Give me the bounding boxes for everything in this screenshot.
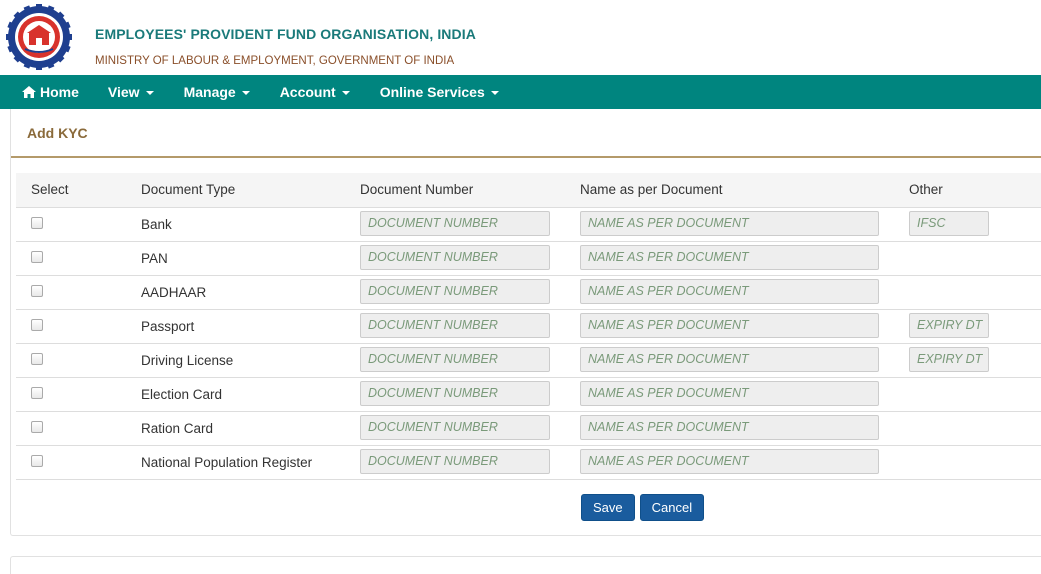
empty-other-cell bbox=[894, 275, 1041, 310]
epfo-emblem-icon bbox=[6, 4, 72, 70]
select-checkbox[interactable] bbox=[31, 318, 43, 331]
document-type: Passport bbox=[141, 318, 195, 334]
home-icon bbox=[22, 86, 36, 98]
document-number-input[interactable]: DOCUMENT NUMBER bbox=[360, 414, 550, 440]
select-checkbox[interactable] bbox=[31, 216, 43, 229]
empty-other-cell bbox=[894, 445, 1041, 480]
header-select: Select bbox=[16, 173, 126, 208]
caret-down-icon bbox=[490, 91, 499, 95]
header-document-type: Document Type bbox=[126, 173, 345, 208]
panel-divider bbox=[11, 156, 1041, 158]
name-as-per-document-input[interactable]: NAME AS PER DOCUMENT bbox=[580, 380, 879, 406]
kyc-table: Select Document Type Document Number Nam… bbox=[16, 173, 1041, 480]
select-checkbox[interactable] bbox=[31, 284, 43, 297]
document-type: National Population Register bbox=[141, 454, 313, 470]
nav-home[interactable]: Home bbox=[0, 75, 93, 109]
nav-view-label: View bbox=[107, 84, 140, 100]
nav-manage[interactable]: Manage bbox=[169, 75, 265, 109]
name-as-per-document-input[interactable]: NAME AS PER DOCUMENT bbox=[580, 244, 879, 270]
select-checkbox[interactable] bbox=[31, 352, 43, 365]
table-row: PAN DOCUMENT NUMBER NAME AS PER DOCUMENT bbox=[16, 241, 1041, 276]
org-subtitle: MINISTRY OF LABOUR & EMPLOYMENT, GOVERNM… bbox=[95, 55, 455, 67]
name-as-per-document-input[interactable]: NAME AS PER DOCUMENT bbox=[580, 210, 879, 236]
document-number-input[interactable]: DOCUMENT NUMBER bbox=[360, 244, 550, 270]
caret-down-icon bbox=[341, 91, 350, 95]
main-navbar: Home View Manage Account Online Services bbox=[0, 75, 1041, 109]
document-type: Bank bbox=[141, 216, 172, 232]
table-row: National Population Register DOCUMENT NU… bbox=[16, 445, 1041, 480]
nav-account[interactable]: Account bbox=[265, 75, 365, 109]
document-type: Ration Card bbox=[141, 420, 214, 436]
nav-online-services[interactable]: Online Services bbox=[365, 75, 514, 109]
document-number-input[interactable]: DOCUMENT NUMBER bbox=[360, 380, 550, 406]
org-title: EMPLOYEES' PROVIDENT FUND ORGANISATION, … bbox=[95, 26, 476, 42]
caret-down-icon bbox=[241, 91, 250, 95]
expiry-date-input[interactable]: EXPIRY DT bbox=[909, 346, 989, 372]
document-type: PAN bbox=[141, 250, 168, 266]
empty-other-cell bbox=[894, 241, 1041, 276]
secondary-panel bbox=[10, 556, 1041, 574]
name-as-per-document-input[interactable]: NAME AS PER DOCUMENT bbox=[580, 448, 879, 474]
table-row: Driving License DOCUMENT NUMBER NAME AS … bbox=[16, 343, 1041, 378]
ifsc-input[interactable]: IFSC bbox=[909, 210, 989, 236]
document-number-input[interactable]: DOCUMENT NUMBER bbox=[360, 312, 550, 338]
save-button[interactable]: Save bbox=[581, 494, 635, 521]
document-number-input[interactable]: DOCUMENT NUMBER bbox=[360, 278, 550, 304]
table-header-row: Select Document Type Document Number Nam… bbox=[16, 173, 1041, 208]
nav-account-label: Account bbox=[279, 84, 336, 100]
select-checkbox[interactable] bbox=[31, 250, 43, 263]
nav-online-services-label: Online Services bbox=[379, 84, 485, 100]
table-row: Election Card DOCUMENT NUMBER NAME AS PE… bbox=[16, 377, 1041, 412]
select-checkbox[interactable] bbox=[31, 454, 43, 467]
table-row: Passport DOCUMENT NUMBER NAME AS PER DOC… bbox=[16, 309, 1041, 344]
header-document-number: Document Number bbox=[345, 173, 565, 208]
select-checkbox[interactable] bbox=[31, 420, 43, 433]
name-as-per-document-input[interactable]: NAME AS PER DOCUMENT bbox=[580, 414, 879, 440]
document-number-input[interactable]: DOCUMENT NUMBER bbox=[360, 210, 550, 236]
table-row: Ration Card DOCUMENT NUMBER NAME AS PER … bbox=[16, 411, 1041, 446]
select-checkbox[interactable] bbox=[31, 386, 43, 399]
cancel-button[interactable]: Cancel bbox=[639, 494, 705, 521]
name-as-per-document-input[interactable]: NAME AS PER DOCUMENT bbox=[580, 346, 879, 372]
empty-other-cell bbox=[894, 377, 1041, 412]
nav-manage-label: Manage bbox=[183, 84, 236, 100]
document-type: Election Card bbox=[141, 386, 223, 402]
site-header: EMPLOYEES' PROVIDENT FUND ORGANISATION, … bbox=[0, 0, 1041, 75]
table-row: AADHAAR DOCUMENT NUMBER NAME AS PER DOCU… bbox=[16, 275, 1041, 310]
table-row: Bank DOCUMENT NUMBER NAME AS PER DOCUMEN… bbox=[16, 207, 1041, 242]
panel-title: Add KYC bbox=[27, 125, 88, 141]
empty-other-cell bbox=[894, 411, 1041, 446]
header-name-as-per-document: Name as per Document bbox=[565, 173, 894, 208]
header-other: Other bbox=[894, 173, 1041, 208]
expiry-date-input[interactable]: EXPIRY DT bbox=[909, 312, 989, 338]
name-as-per-document-input[interactable]: NAME AS PER DOCUMENT bbox=[580, 278, 879, 304]
nav-view[interactable]: View bbox=[93, 75, 169, 109]
name-as-per-document-input[interactable]: NAME AS PER DOCUMENT bbox=[580, 312, 879, 338]
document-type: AADHAAR bbox=[141, 284, 207, 300]
nav-home-label: Home bbox=[40, 84, 79, 100]
caret-down-icon bbox=[145, 91, 154, 95]
document-number-input[interactable]: DOCUMENT NUMBER bbox=[360, 448, 550, 474]
document-type: Driving License bbox=[141, 352, 234, 368]
form-actions: Save Cancel bbox=[581, 494, 705, 521]
document-number-input[interactable]: DOCUMENT NUMBER bbox=[360, 346, 550, 372]
